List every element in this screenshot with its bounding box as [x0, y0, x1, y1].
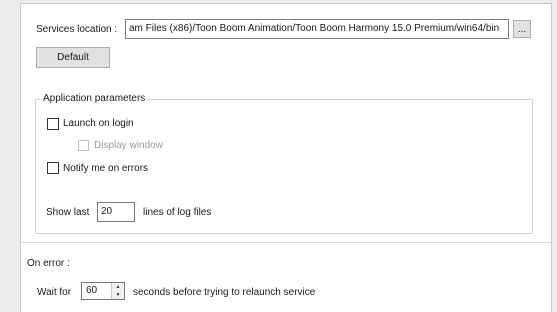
lines-of-log-files-label: lines of log files	[143, 207, 212, 218]
section-divider	[21, 242, 551, 243]
wait-seconds-spinbox[interactable]: 60 ▲ ▼	[81, 282, 125, 300]
spin-up-icon[interactable]: ▲	[112, 283, 124, 291]
launch-on-login-label: Launch on login	[63, 118, 134, 129]
default-button[interactable]: Default	[36, 47, 110, 68]
notify-on-errors-label: Notify me on errors	[63, 163, 149, 174]
show-last-label: Show last	[46, 207, 90, 218]
services-location-field[interactable]: am Files (x86)/Toon Boom Animation/Toon …	[125, 19, 509, 39]
notify-on-errors-checkbox[interactable]	[47, 162, 59, 174]
display-window-label: Display window	[94, 140, 163, 151]
settings-panel: Services location : am Files (x86)/Toon …	[20, 3, 552, 312]
display-window-checkbox[interactable]	[78, 140, 89, 151]
spinbox-arrows[interactable]: ▲ ▼	[111, 283, 124, 299]
application-parameters-title: Application parameters	[41, 93, 148, 104]
browse-button[interactable]: ...	[513, 20, 531, 38]
spin-down-icon[interactable]: ▼	[112, 291, 124, 299]
wait-for-label: Wait for	[37, 287, 72, 298]
wait-seconds-value: 60	[86, 285, 98, 296]
seconds-suffix-label: seconds before trying to relaunch servic…	[133, 287, 316, 298]
on-error-label: On error :	[27, 258, 70, 269]
services-location-label: Services location :	[36, 24, 118, 35]
log-lines-input[interactable]: 20	[97, 202, 135, 222]
launch-on-login-checkbox[interactable]	[47, 118, 59, 130]
